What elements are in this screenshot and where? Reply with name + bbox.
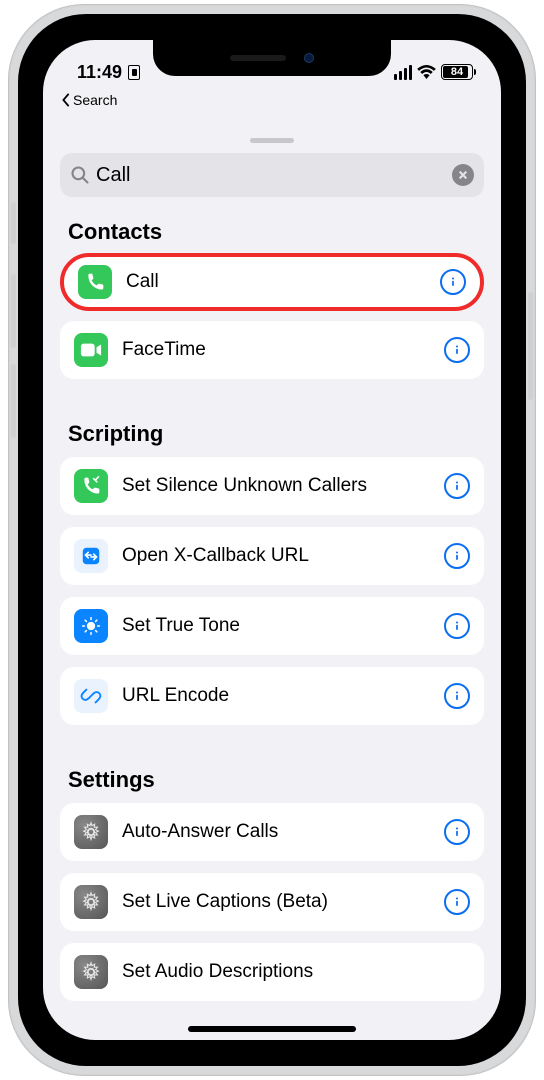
section-header-contacts: Contacts bbox=[68, 219, 476, 245]
section-header-scripting: Scripting bbox=[68, 421, 476, 447]
xcallback-icon bbox=[74, 539, 108, 573]
search-icon bbox=[70, 165, 90, 185]
row-label: URL Encode bbox=[122, 685, 444, 707]
signal-icon bbox=[394, 65, 413, 80]
back-label: Search bbox=[73, 92, 117, 108]
back-button[interactable]: Search bbox=[61, 92, 117, 108]
info-button[interactable] bbox=[444, 543, 470, 569]
list-item-livecaptions[interactable]: Set Live Captions (Beta) bbox=[60, 873, 484, 931]
info-button[interactable] bbox=[440, 269, 466, 295]
gear-icon bbox=[74, 815, 108, 849]
info-button[interactable] bbox=[444, 337, 470, 363]
sim-icon bbox=[128, 65, 140, 80]
status-time: 11:49 bbox=[77, 62, 140, 83]
row-label: Auto-Answer Calls bbox=[122, 821, 444, 843]
screen: 11:49 84 Search bbox=[43, 40, 501, 1040]
gear-icon bbox=[74, 885, 108, 919]
list-item-facetime[interactable]: FaceTime bbox=[60, 321, 484, 379]
list-item-audiodesc[interactable]: Set Audio Descriptions bbox=[60, 943, 484, 1001]
battery-icon: 84 bbox=[441, 64, 473, 80]
list-item-truetone[interactable]: Set True Tone bbox=[60, 597, 484, 655]
sheet-grabber[interactable] bbox=[250, 138, 294, 143]
status-bar: 11:49 84 bbox=[43, 40, 501, 94]
info-button[interactable] bbox=[444, 889, 470, 915]
row-label: Set Audio Descriptions bbox=[122, 961, 470, 983]
list-item-urlencode[interactable]: URL Encode bbox=[60, 667, 484, 725]
row-label: FaceTime bbox=[122, 339, 444, 361]
info-button[interactable] bbox=[444, 613, 470, 639]
row-label: Open X-Callback URL bbox=[122, 545, 444, 567]
wifi-icon bbox=[417, 65, 436, 79]
row-label: Set Silence Unknown Callers bbox=[122, 475, 444, 497]
section-header-settings: Settings bbox=[68, 767, 476, 793]
search-input[interactable] bbox=[96, 164, 452, 187]
phone-icon bbox=[78, 265, 112, 299]
link-icon bbox=[74, 679, 108, 713]
row-label: Set Live Captions (Beta) bbox=[122, 891, 444, 913]
home-indicator[interactable] bbox=[188, 1026, 356, 1032]
list-item-autoanswer[interactable]: Auto-Answer Calls bbox=[60, 803, 484, 861]
row-label: Set True Tone bbox=[122, 615, 444, 637]
list-item-silence-unknown[interactable]: Set Silence Unknown Callers bbox=[60, 457, 484, 515]
clear-search-button[interactable] bbox=[452, 164, 474, 186]
silence-callers-icon bbox=[74, 469, 108, 503]
info-button[interactable] bbox=[444, 683, 470, 709]
truetone-icon bbox=[74, 609, 108, 643]
gear-icon bbox=[74, 955, 108, 989]
list-item-xcallback[interactable]: Open X-Callback URL bbox=[60, 527, 484, 585]
info-button[interactable] bbox=[444, 473, 470, 499]
info-button[interactable] bbox=[444, 819, 470, 845]
row-label: Call bbox=[126, 271, 440, 293]
list-item-call[interactable]: Call bbox=[60, 253, 484, 311]
facetime-icon bbox=[74, 333, 108, 367]
search-bar[interactable] bbox=[60, 153, 484, 197]
